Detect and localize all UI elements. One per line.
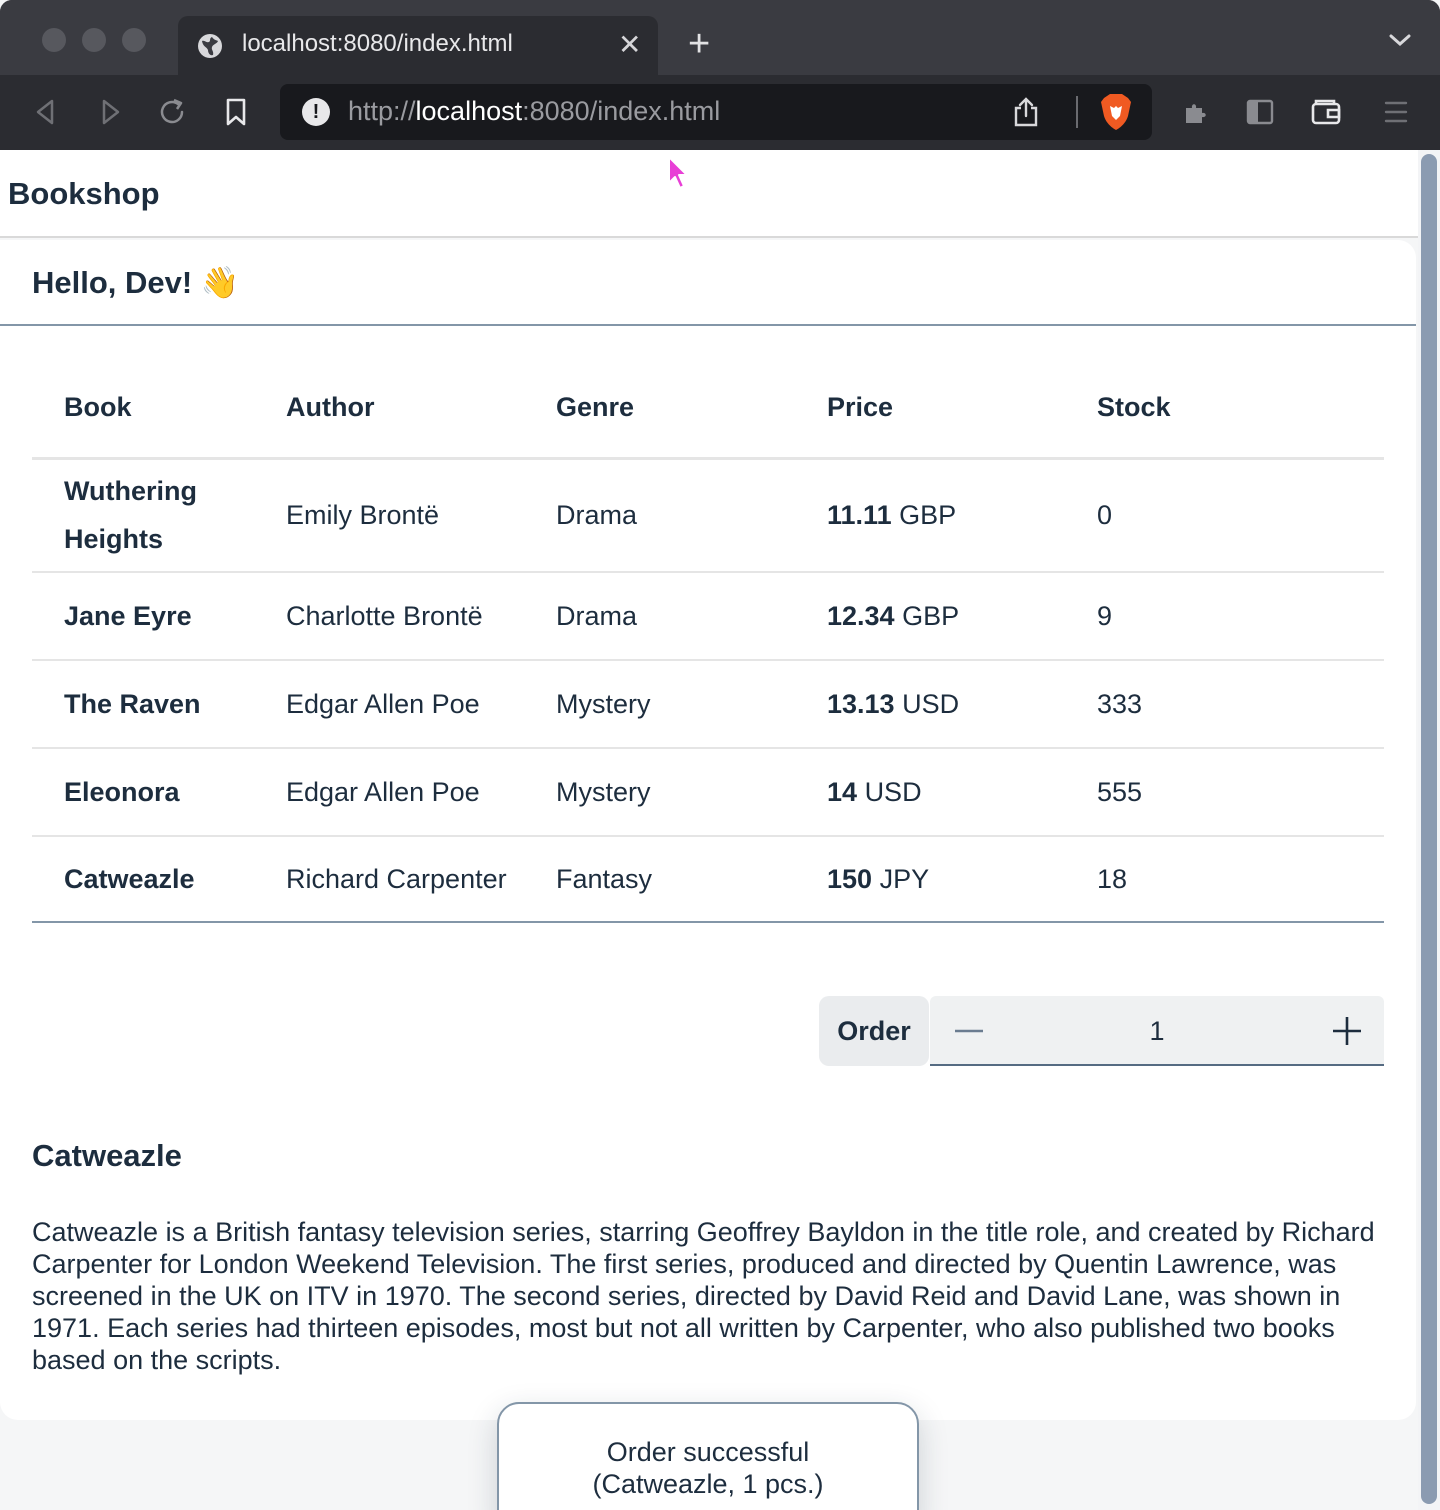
address-bar-divider: [1076, 96, 1078, 128]
book-author: Edgar Allen Poe: [286, 748, 556, 837]
price-amount: 150: [827, 863, 873, 894]
sidebar-icon[interactable]: [1244, 96, 1276, 128]
book-genre: Mystery: [556, 660, 827, 749]
book-genre: Mystery: [556, 748, 827, 837]
book-price: 12.34 GBP: [827, 572, 1097, 661]
book-author: Charlotte Brontë: [286, 572, 556, 661]
table-row[interactable]: Wuthering Heights Emily Brontë Drama 11.1…: [32, 458, 1384, 573]
tab-title: localhost:8080/index.html: [242, 30, 513, 57]
book-price: 150 JPY: [827, 836, 1097, 923]
book-price: 11.11 GBP: [827, 458, 1097, 573]
price-currency: USD: [902, 688, 960, 719]
price-amount: 13.13: [827, 688, 895, 719]
detail-title: Catweazle: [32, 1138, 182, 1173]
waving-hand-icon: 👋: [200, 265, 240, 301]
column-header-price: Price: [827, 358, 1097, 460]
shell-bar: Bookshop: [0, 150, 1418, 238]
price-currency: JPY: [879, 863, 930, 894]
book-stock: 9: [1097, 572, 1384, 661]
browser-chrome: localhost:8080/index.html ✕ + ! http://l…: [0, 0, 1440, 150]
book-title: Jane Eyre: [32, 572, 286, 661]
book-price: 13.13 USD: [827, 660, 1097, 749]
toast-message: Order successful (Catweazle, 1 pcs.): [592, 1436, 823, 1500]
book-title: Wuthering Heights: [32, 458, 286, 573]
price-currency: GBP: [899, 499, 957, 530]
book-author: Emily Brontë: [286, 458, 556, 573]
book-title-line: Heights: [64, 524, 164, 555]
tab-strip: localhost:8080/index.html ✕ +: [0, 0, 1440, 75]
price-amount: 14: [827, 776, 858, 807]
brave-shield-icon[interactable]: [1098, 92, 1134, 132]
window-minimize-light[interactable]: [82, 28, 106, 52]
globe-icon: [198, 34, 222, 58]
forward-icon[interactable]: [94, 96, 126, 128]
table-row[interactable]: The Raven Edgar Allen Poe Mystery 13.13 …: [32, 660, 1384, 749]
plus-icon[interactable]: [1330, 1014, 1364, 1048]
book-title: Eleonora: [32, 748, 286, 837]
url-text[interactable]: http://localhost:8080/index.html: [348, 96, 720, 127]
table-header-row: Book Author Genre Price Stock: [32, 358, 1384, 460]
extensions-icon[interactable]: [1180, 96, 1212, 128]
price-currency: GBP: [902, 600, 960, 631]
address-bar[interactable]: ! http://localhost:8080/index.html: [280, 84, 1152, 140]
menu-icon[interactable]: [1380, 96, 1412, 128]
column-header-stock: Stock: [1097, 358, 1384, 460]
book-author: Richard Carpenter: [286, 836, 556, 923]
tab-close-icon[interactable]: ✕: [618, 30, 641, 60]
book-author: Edgar Allen Poe: [286, 660, 556, 749]
site-info-icon[interactable]: !: [302, 98, 330, 126]
scrollbar-thumb[interactable]: [1421, 154, 1437, 1504]
toast-line-2: (Catweazle, 1 pcs.): [592, 1468, 824, 1499]
book-title: Catweazle: [32, 836, 286, 923]
url-host: localhost: [415, 96, 523, 126]
book-genre: Drama: [556, 572, 827, 661]
back-icon[interactable]: [30, 96, 62, 128]
book-title-line: Wuthering: [64, 476, 197, 507]
wallet-icon[interactable]: [1310, 96, 1342, 128]
book-stock: 0: [1097, 458, 1384, 573]
order-success-toast: Order successful (Catweazle, 1 pcs.): [497, 1402, 919, 1510]
table-row[interactable]: Jane Eyre Charlotte Brontë Drama 12.34 G…: [32, 572, 1384, 661]
book-stock: 18: [1097, 836, 1384, 923]
card-header: Hello, Dev! 👋: [0, 240, 1416, 326]
book-title: The Raven: [32, 660, 286, 749]
detail-description: Catweazle is a British fantasy televisio…: [32, 1217, 1375, 1375]
toast-line-1: Order successful: [606, 1436, 810, 1467]
book-stock: 333: [1097, 660, 1384, 749]
book-stock: 555: [1097, 748, 1384, 837]
window-close-light[interactable]: [42, 28, 66, 52]
minus-icon[interactable]: [952, 1016, 986, 1046]
table-row[interactable]: Eleonora Edgar Allen Poe Mystery 14 USD …: [32, 748, 1384, 837]
price-currency: USD: [864, 776, 922, 807]
table-row-selected[interactable]: Catweazle Richard Carpenter Fantasy 150 …: [32, 836, 1384, 923]
browser-tab-active[interactable]: localhost:8080/index.html ✕: [178, 16, 658, 75]
book-genre: Fantasy: [556, 836, 827, 923]
url-scheme: http://: [348, 96, 416, 126]
mouse-cursor-icon: [668, 156, 688, 189]
reload-icon[interactable]: [156, 96, 188, 128]
chevron-down-icon[interactable]: [1386, 30, 1414, 50]
bookmark-icon[interactable]: [220, 96, 252, 128]
order-button[interactable]: Order: [819, 996, 929, 1066]
price-amount: 11.11: [827, 499, 892, 530]
column-header-book: Book: [32, 358, 286, 460]
greeting-text: Hello, Dev!: [32, 265, 193, 300]
new-tab-button[interactable]: +: [688, 24, 710, 64]
window-zoom-light[interactable]: [122, 28, 146, 52]
greeting-title: Hello, Dev! 👋: [32, 264, 239, 301]
price-amount: 12.34: [827, 600, 895, 631]
share-icon[interactable]: [1012, 96, 1040, 128]
url-path: :8080/index.html: [522, 96, 721, 126]
quantity-value[interactable]: 1: [1070, 996, 1244, 1066]
books-table: Book Author Genre Price Stock Wuthering H…: [32, 358, 1384, 923]
book-genre: Drama: [556, 458, 827, 573]
app-title[interactable]: Bookshop: [8, 176, 160, 212]
quantity-stepper[interactable]: 1: [930, 996, 1384, 1066]
book-price: 14 USD: [827, 748, 1097, 837]
column-header-genre: Genre: [556, 358, 827, 460]
page: Bookshop Hello, Dev! 👋 Book Author Genre…: [0, 150, 1418, 1510]
books-card: Hello, Dev! 👋 Book Author Genre Price St…: [0, 240, 1416, 1420]
column-header-author: Author: [286, 358, 556, 460]
